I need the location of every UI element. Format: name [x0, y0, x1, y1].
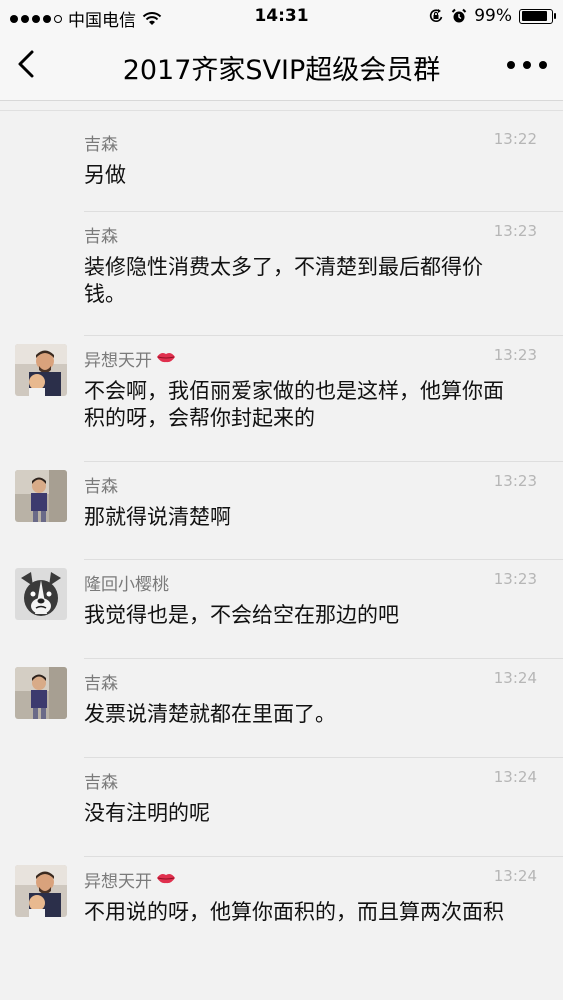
sender-name[interactable]: 吉森 [84, 472, 118, 497]
message-time: 13:23 [493, 222, 537, 240]
message-text: 另做 [84, 163, 126, 187]
message-item[interactable]: 吉森 13:23 那就得说清楚啊 [0, 462, 563, 560]
message-item[interactable]: 异想天开 13:23 不会啊，我佰丽爱家做的也是这样，他算你面积的呀，会帮你封起来的 [0, 336, 563, 462]
sender-name-text: 吉森 [84, 135, 118, 155]
sender-name[interactable]: 吉森 [84, 130, 118, 155]
sender-name[interactable]: 吉森 [84, 222, 118, 247]
message-text: 不会啊，我佰丽爱家做的也是这样，他算你面积的呀，会帮你封起来的 [84, 379, 504, 430]
message-text: 装修隐性消费太多了，不清楚到最后都得价钱。 [84, 255, 483, 306]
message-time: 13:24 [493, 867, 537, 885]
more-button[interactable] [507, 50, 547, 80]
sender-name[interactable]: 吉森 [84, 768, 118, 793]
message-time: 13:24 [493, 768, 537, 786]
sender-name[interactable]: 异想天开 [84, 346, 176, 371]
sender-name-text: 隆回小樱桃 [84, 575, 169, 595]
message-item[interactable]: 隆回小樱桃 13:23 我觉得也是，不会给空在那边的吧 [0, 560, 563, 659]
avatar[interactable] [15, 865, 67, 917]
sender-name-text: 吉森 [84, 227, 118, 247]
message-time: 13:23 [493, 472, 537, 490]
message-text: 不用说的呀，他算你面积的，而且算两次面积 [84, 900, 504, 924]
message-text: 那就得说清楚啊 [84, 505, 231, 529]
more-dot-icon [539, 61, 547, 69]
sender-name-text: 吉森 [84, 477, 118, 497]
message-item[interactable]: 吉森 13:24 没有注明的呢 [0, 758, 563, 857]
rotation-lock-icon [430, 9, 443, 22]
avatar[interactable] [15, 344, 67, 396]
chat-title: 2017齐家SVIP超级会员群 [122, 55, 441, 86]
message-item[interactable]: 异想天开 13:24 不用说的呀，他算你面积的，而且算两次面积 [0, 857, 563, 1000]
message-text: 我觉得也是，不会给空在那边的吧 [84, 603, 399, 627]
battery-percent: 99% [474, 6, 512, 26]
message-time: 13:22 [493, 130, 537, 148]
sender-name-text: 吉森 [84, 674, 118, 694]
message-list[interactable]: 吉森 13:22 另做 吉森 13:23 装修隐性消费太多了，不清楚到最后都得价钱。 异想天… [0, 100, 563, 1000]
status-right: 99% [428, 6, 556, 26]
message-time: 13:24 [493, 669, 537, 687]
sender-name-text: 吉森 [84, 773, 118, 793]
lips-icon [156, 349, 176, 369]
alarm-icon [451, 8, 467, 23]
avatar[interactable] [15, 568, 67, 620]
message-item[interactable]: 吉森 13:23 装修隐性消费太多了，不清楚到最后都得价钱。 [0, 212, 563, 336]
avatar[interactable] [15, 470, 67, 522]
message-time: 13:23 [493, 570, 537, 588]
battery-icon [519, 8, 556, 24]
avatar[interactable] [15, 667, 67, 719]
sender-name[interactable]: 吉森 [84, 669, 118, 694]
message-item[interactable]: 吉森 13:22 另做 [0, 120, 563, 212]
message-time: 13:23 [493, 346, 537, 364]
sender-name-text: 异想天开 [84, 351, 152, 371]
sender-name[interactable]: 隆回小樱桃 [84, 570, 169, 595]
chevron-left-icon [18, 50, 34, 78]
lips-icon [156, 870, 176, 890]
sender-name-text: 异想天开 [84, 872, 152, 892]
status-bar: 中国电信 14:31 99% [0, 0, 563, 32]
back-button[interactable] [12, 46, 42, 82]
nav-bar: 2017齐家SVIP超级会员群 [0, 32, 563, 101]
divider [0, 110, 563, 111]
more-dot-icon [523, 61, 531, 69]
message-text: 发票说清楚就都在里面了。 [84, 702, 336, 726]
message-item[interactable]: 吉森 13:24 发票说清楚就都在里面了。 [0, 659, 563, 758]
more-dot-icon [507, 61, 515, 69]
message-text: 没有注明的呢 [84, 801, 210, 825]
sender-name[interactable]: 异想天开 [84, 867, 176, 892]
